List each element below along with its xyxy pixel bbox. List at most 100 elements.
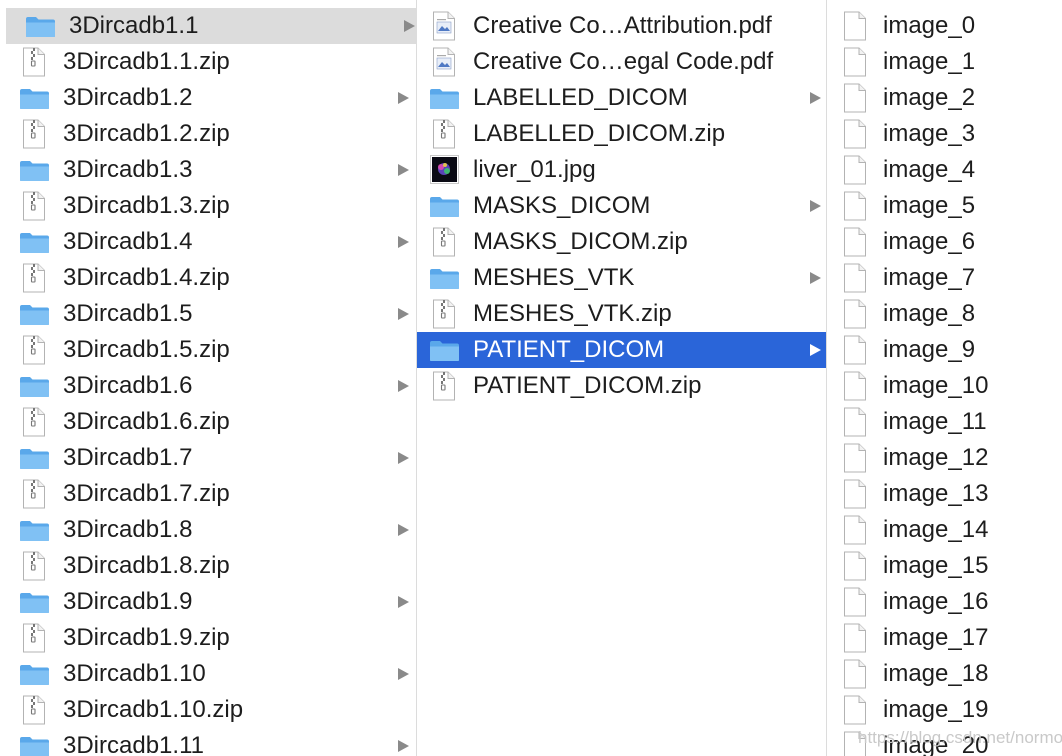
folder-row[interactable]: 3Dircadb1.8 bbox=[0, 512, 416, 548]
disclosure-arrow-icon bbox=[398, 524, 409, 536]
file-row[interactable]: image_4 bbox=[827, 152, 1062, 188]
folder-icon bbox=[19, 520, 50, 542]
file-row[interactable]: PATIENT_DICOM.zip bbox=[417, 368, 826, 404]
zip-file-icon bbox=[22, 47, 46, 77]
folder-row[interactable]: 3Dircadb1.6 bbox=[0, 368, 416, 404]
file-row[interactable]: Creative Co…Attribution.pdf bbox=[417, 8, 826, 44]
file-row[interactable]: image_8 bbox=[827, 296, 1062, 332]
file-row[interactable]: 3Dircadb1.5.zip bbox=[0, 332, 416, 368]
folder-row[interactable]: 3Dircadb1.3 bbox=[0, 152, 416, 188]
zip-file-icon bbox=[432, 371, 456, 401]
zip-file-icon bbox=[22, 623, 46, 653]
file-row[interactable]: image_17 bbox=[827, 620, 1062, 656]
zip-file-icon bbox=[22, 479, 46, 509]
folder-row[interactable]: 3Dircadb1.2 bbox=[0, 80, 416, 116]
folder-row[interactable]: 3Dircadb1.9 bbox=[0, 584, 416, 620]
finder-column-1[interactable]: 3Dircadb1.1 3Dircadb1.1.zip 3Dircadb1.2 3Di… bbox=[0, 0, 416, 756]
file-row[interactable]: image_9 bbox=[827, 332, 1062, 368]
item-name: image_12 bbox=[883, 444, 989, 471]
disclosure-arrow-icon bbox=[398, 236, 409, 248]
item-name: image_13 bbox=[883, 480, 989, 507]
item-name: LABELLED_DICOM bbox=[473, 84, 688, 111]
item-name: image_18 bbox=[883, 660, 989, 687]
folder-row[interactable]: 3Dircadb1.7 bbox=[0, 440, 416, 476]
folder-row[interactable]: MESHES_VTK bbox=[417, 260, 826, 296]
file-row[interactable]: image_3 bbox=[827, 116, 1062, 152]
item-name: 3Dircadb1.3 bbox=[63, 156, 193, 183]
folder-row[interactable]: LABELLED_DICOM bbox=[417, 80, 826, 116]
file-row[interactable]: image_5 bbox=[827, 188, 1062, 224]
file-row[interactable]: 3Dircadb1.7.zip bbox=[0, 476, 416, 512]
pdf-file-icon bbox=[432, 47, 456, 77]
file-row[interactable]: image_7 bbox=[827, 260, 1062, 296]
file-row[interactable]: 3Dircadb1.9.zip bbox=[0, 620, 416, 656]
folder-icon bbox=[19, 736, 50, 756]
document-icon bbox=[843, 83, 867, 113]
watermark: https://blog.csdn.net/normol bbox=[858, 728, 1062, 747]
item-name: 3Dircadb1.7.zip bbox=[63, 480, 230, 507]
file-row[interactable]: MASKS_DICOM.zip bbox=[417, 224, 826, 260]
item-name: image_14 bbox=[883, 516, 989, 543]
item-name: 3Dircadb1.6 bbox=[63, 372, 193, 399]
folder-icon bbox=[429, 268, 460, 290]
file-row[interactable]: 3Dircadb1.10.zip bbox=[0, 692, 416, 728]
file-row[interactable]: image_0 bbox=[827, 8, 1062, 44]
file-row[interactable]: 3Dircadb1.4.zip bbox=[0, 260, 416, 296]
file-row[interactable]: image_13 bbox=[827, 476, 1062, 512]
document-icon bbox=[843, 11, 867, 41]
file-row[interactable]: image_11 bbox=[827, 404, 1062, 440]
file-row[interactable]: 3Dircadb1.1.zip bbox=[0, 44, 416, 80]
document-icon bbox=[843, 479, 867, 509]
file-row[interactable]: image_12 bbox=[827, 440, 1062, 476]
folder-icon bbox=[19, 88, 50, 110]
file-row[interactable]: image_2 bbox=[827, 80, 1062, 116]
document-icon bbox=[843, 695, 867, 725]
folder-row[interactable]: MASKS_DICOM bbox=[417, 188, 826, 224]
file-row[interactable]: LABELLED_DICOM.zip bbox=[417, 116, 826, 152]
folder-row[interactable]: 3Dircadb1.11 bbox=[0, 728, 416, 756]
file-row[interactable]: image_18 bbox=[827, 656, 1062, 692]
file-row[interactable]: image_1 bbox=[827, 44, 1062, 80]
item-name: image_17 bbox=[883, 624, 989, 651]
disclosure-arrow-icon bbox=[398, 596, 409, 608]
zip-file-icon bbox=[22, 695, 46, 725]
folder-icon bbox=[19, 592, 50, 614]
item-name: 3Dircadb1.8 bbox=[63, 516, 193, 543]
file-row[interactable]: 3Dircadb1.2.zip bbox=[0, 116, 416, 152]
file-row[interactable]: 3Dircadb1.3.zip bbox=[0, 188, 416, 224]
file-row[interactable]: MESHES_VTK.zip bbox=[417, 296, 826, 332]
document-icon bbox=[843, 227, 867, 257]
item-name: 3Dircadb1.1 bbox=[69, 12, 199, 39]
file-row[interactable]: Creative Co…egal Code.pdf bbox=[417, 44, 826, 80]
item-name: image_16 bbox=[883, 588, 989, 615]
folder-row[interactable]: 3Dircadb1.1 bbox=[6, 8, 416, 44]
item-name: PATIENT_DICOM.zip bbox=[473, 372, 702, 399]
folder-row[interactable]: 3Dircadb1.4 bbox=[0, 224, 416, 260]
file-row[interactable]: image_19 bbox=[827, 692, 1062, 728]
folder-icon bbox=[19, 376, 50, 398]
folder-row[interactable]: 3Dircadb1.5 bbox=[0, 296, 416, 332]
file-row[interactable]: image_14 bbox=[827, 512, 1062, 548]
finder-column-2[interactable]: Creative Co…Attribution.pdf Creative Co…e… bbox=[417, 0, 826, 756]
file-row[interactable]: 3Dircadb1.6.zip bbox=[0, 404, 416, 440]
item-name: 3Dircadb1.10.zip bbox=[63, 696, 244, 723]
folder-icon bbox=[19, 448, 50, 470]
file-row[interactable]: liver_01.jpg bbox=[417, 152, 826, 188]
document-icon bbox=[843, 47, 867, 77]
folder-row[interactable]: PATIENT_DICOM bbox=[417, 332, 826, 368]
file-row[interactable]: 3Dircadb1.8.zip bbox=[0, 548, 416, 584]
folder-row[interactable]: 3Dircadb1.10 bbox=[0, 656, 416, 692]
file-row[interactable]: image_16 bbox=[827, 584, 1062, 620]
disclosure-arrow-icon bbox=[398, 668, 409, 680]
item-name: image_19 bbox=[883, 696, 989, 723]
disclosure-arrow-icon bbox=[398, 380, 409, 392]
finder-column-3[interactable]: image_0 image_1 image_2 image_3 image_4image… bbox=[827, 0, 1062, 756]
item-name: 3Dircadb1.9 bbox=[63, 588, 193, 615]
item-name: 3Dircadb1.7 bbox=[63, 444, 193, 471]
file-row[interactable]: image_10 bbox=[827, 368, 1062, 404]
zip-file-icon bbox=[432, 299, 456, 329]
file-row[interactable]: image_15 bbox=[827, 548, 1062, 584]
folder-icon bbox=[19, 304, 50, 326]
file-row[interactable]: image_6 bbox=[827, 224, 1062, 260]
item-name: image_5 bbox=[883, 192, 976, 219]
